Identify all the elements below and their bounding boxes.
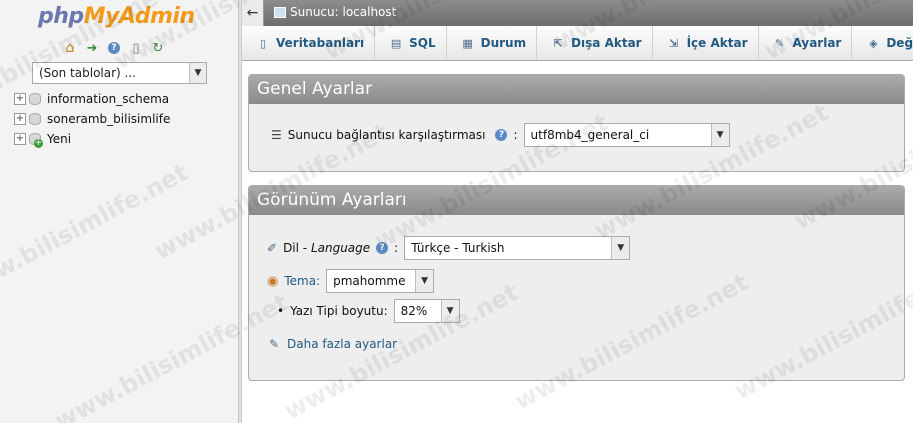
database-icon [29,93,41,105]
tab-sql[interactable]: ▤ SQL [375,26,447,60]
language-select[interactable]: Türkçe - Turkish ▼ [404,236,631,260]
db-item-information-schema[interactable]: + information_schema [14,89,170,109]
tab-label: Veritabanları [276,36,365,50]
collation-row: ☰ Sunucu bağlantısı karşılaştırması ? : … [271,123,730,147]
status-icon: ▦ [462,36,473,50]
help-icon[interactable]: ? [376,242,389,254]
database-icon: ▯ [259,36,267,50]
collation-icon: ☰ [271,128,282,142]
theme-select[interactable]: pmahomme ▼ [326,269,435,293]
chevron-down-icon: ▼ [189,63,206,83]
help-icon[interactable]: ? [106,40,122,56]
db-item-soneramb-bilisimlife[interactable]: + soneramb_bilisimlife [14,109,170,129]
server-icon [274,6,286,18]
phpmyadmin-logo[interactable]: phpMyAdmin [38,4,195,34]
nav-icon-bar: ⌂ ➜ ? ▯ ↻ [62,40,166,56]
breadcrumb-server[interactable]: Sunucu: localhost [290,5,396,19]
theme-value: pmahomme [333,274,406,288]
font-size-label: Yazı Tipi boyutu: [290,304,388,318]
font-size-row: • Yazı Tipi boyutu: 82% ▼ [277,299,460,323]
chevron-down-icon: ▼ [440,300,459,322]
collapse-nav-button[interactable]: ← [242,0,264,26]
db-item-label[interactable]: soneramb_bilisimlife [47,112,170,126]
appearance-settings-panel: Görünüm Ayarları ✐ Dil - Language ? : Tü… [248,185,905,381]
server-breadcrumb-bar: ← Sunucu: localhost [242,0,913,26]
tab-label: Dışa Aktar [571,36,642,50]
new-database-icon [29,133,43,148]
tab-label: İçe Aktar [686,36,748,50]
bullet: • [277,304,285,318]
language-icon: ✐ [267,241,278,255]
collation-value: utf8mb4_general_ci [530,128,650,142]
theme-label[interactable]: Tema: [284,274,320,288]
wrench-icon: ✎ [268,337,280,351]
language-value: Türkçe - Turkish [411,241,505,255]
wrench-icon: ✎ [774,36,785,50]
export-icon: ⇱ [553,36,563,50]
reload-icon[interactable]: ↻ [150,40,166,56]
db-item-new[interactable]: + Yeni [14,129,170,149]
font-size-select[interactable]: 82% ▼ [393,299,460,323]
panel-title: Genel Ayarlar [249,75,904,104]
theme-row: ◉ Tema: pmahomme ▼ [267,269,435,293]
tab-label: Durum [480,36,527,50]
more-settings-row: ✎ Daha fazla ayarlar [267,337,397,351]
logout-icon[interactable]: ➜ [84,40,100,56]
docs-icon[interactable]: ▯ [128,40,144,56]
home-icon[interactable]: ⌂ [62,40,78,56]
breadcrumb[interactable]: Sunucu: localhost [274,5,396,19]
sql-icon: ▤ [390,36,402,50]
tab-variables[interactable]: ◈ Değ [852,26,913,60]
import-icon: ⇲ [668,36,679,50]
expand-icon[interactable]: + [14,113,26,125]
recent-tables-select[interactable]: (Son tablolar) ... ▼ [32,62,207,84]
theme-icon: ◉ [267,273,279,289]
database-tree: + information_schema + soneramb_bilisiml… [14,89,170,149]
main-tabs: ▯ Veritabanları ▤ SQL ▦ Durum ⇱ Dışa Akt… [242,26,913,61]
general-settings-panel: Genel Ayarlar ☰ Sunucu bağlantısı karşıl… [248,74,905,172]
tab-settings[interactable]: ✎ Ayarlar [759,26,853,60]
chevron-down-icon: ▼ [415,270,434,292]
db-item-label[interactable]: information_schema [47,92,169,106]
help-icon[interactable]: ? [495,129,508,141]
tab-status[interactable]: ▦ Durum [447,26,538,60]
language-row: ✐ Dil - Language ? : Türkçe - Turkish ▼ [267,236,631,260]
chevron-down-icon: ▼ [710,124,729,146]
db-item-label[interactable]: Yeni [47,132,71,146]
tab-label: Değ [886,36,913,50]
recent-tables-value: (Son tablolar) ... [39,66,136,80]
panel-title: Görünüm Ayarları [249,186,904,215]
navigation-panel: phpMyAdmin ⌂ ➜ ? ▯ ↻ (Son tablolar) ... … [0,0,238,423]
tab-label: SQL [409,36,436,50]
expand-icon[interactable]: + [14,93,26,105]
tab-import[interactable]: ⇲ İçe Aktar [653,26,759,60]
variables-icon: ◈ [869,36,878,50]
collation-label: Sunucu bağlantısı karşılaştırması [287,128,486,142]
font-size-value: 82% [400,304,428,318]
nav-resize-handle[interactable] [238,0,242,423]
tab-export[interactable]: ⇱ Dışa Aktar [537,26,653,60]
more-settings-link[interactable]: Daha fazla ayarlar [287,337,397,351]
language-label: Dil - Language [283,241,371,255]
database-icon [29,113,41,125]
tab-databases[interactable]: ▯ Veritabanları [242,26,376,60]
expand-icon[interactable]: + [14,133,26,145]
chevron-down-icon: ▼ [611,237,630,259]
collation-select[interactable]: utf8mb4_general_ci ▼ [523,123,730,147]
tab-label: Ayarlar [792,36,842,50]
